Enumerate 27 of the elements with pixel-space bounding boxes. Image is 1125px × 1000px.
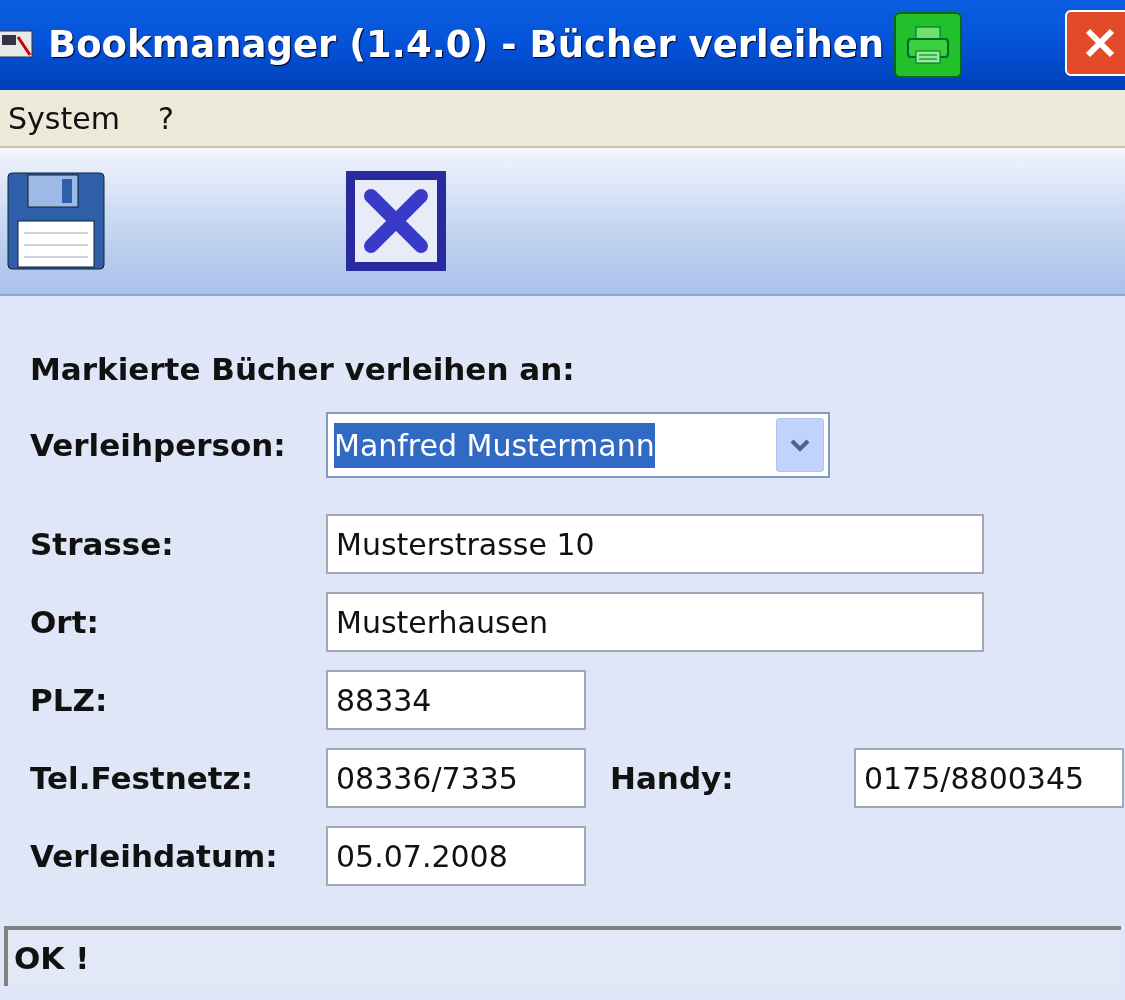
person-dropdown[interactable]: Manfred Mustermann — [326, 412, 830, 478]
field-label: Tel.Festnetz: — [30, 758, 255, 798]
cancel-button[interactable] — [346, 171, 446, 271]
save-button[interactable] — [6, 171, 106, 271]
text-field[interactable]: 05.07.2008 — [326, 826, 586, 886]
dropdown-arrow-button[interactable] — [776, 418, 824, 472]
text-field[interactable]: 08336/7335 — [326, 748, 586, 808]
dropdown-value: Manfred Mustermann — [334, 422, 655, 468]
text-field[interactable]: 88334 — [326, 670, 586, 730]
field-label: Verleihperson: — [30, 425, 287, 465]
window-title: Bookmanager (1.4.0) - Bücher verleihen — [48, 22, 885, 69]
status-text: OK ! — [14, 938, 90, 978]
section-heading: Markierte Bücher verleihen an: — [30, 350, 576, 389]
menu-item[interactable]: System — [8, 95, 120, 141]
printer-button[interactable] — [894, 12, 963, 78]
text-field[interactable]: Musterhausen — [326, 592, 984, 652]
field-label: Ort: — [30, 602, 100, 642]
text-field[interactable]: 0175/8800345 — [854, 748, 1124, 808]
field-label: PLZ: — [30, 680, 109, 720]
close-button[interactable] — [1065, 10, 1125, 76]
field-label: Strasse: — [30, 524, 175, 564]
text-field[interactable]: Musterstrasse 10 — [326, 514, 984, 574]
field-label: Handy: — [610, 758, 735, 798]
field-label: Verleihdatum: — [30, 836, 279, 876]
menu-item[interactable]: ? — [157, 95, 174, 141]
x-mark-icon — [353, 178, 439, 264]
chevron-down-icon — [789, 438, 811, 452]
